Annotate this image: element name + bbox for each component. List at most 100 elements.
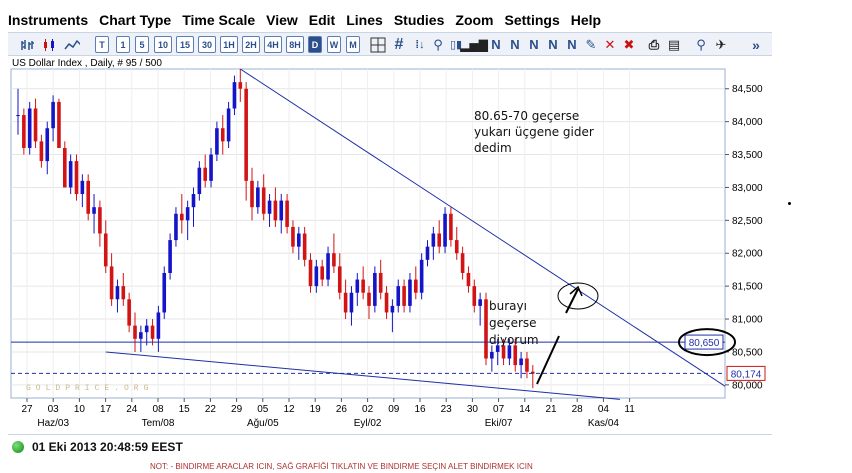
menu-help[interactable]: Help [571,12,601,28]
current-price-label: 80,174 [731,369,762,380]
candle-body [431,233,436,247]
candle-body [285,200,289,227]
candle-body [92,207,96,214]
volume-icon[interactable]: ▂▅▇ [460,36,488,53]
delete-all-icon[interactable]: ✖ [621,36,637,53]
y-tick-label: 82,500 [732,216,763,227]
candle-body [466,272,471,287]
candle-body [297,233,301,247]
timeframe-8h-button[interactable]: 8H [286,36,304,53]
horizontal-line-price-label: 80,650 [689,338,720,349]
grid-icon[interactable]: # [391,36,407,53]
candle-body [144,325,149,333]
menu-instruments[interactable]: Instruments [8,12,88,28]
menu-chart-type[interactable]: Chart Type [99,12,171,28]
note-text: NOT: - BINDIRME ARACLAR ICIN, SAĞ GRAFİĞ… [150,462,533,471]
x-tick-label: 15 [179,404,191,415]
pin-icon[interactable]: ✈ [713,36,729,53]
gann-tool-icon[interactable]: Ν [564,36,580,53]
timeframe-d-button[interactable]: D [308,36,322,53]
crosshair-icon[interactable] [370,36,386,53]
candle-body [16,115,20,117]
menu-edit[interactable]: Edit [309,12,335,28]
candle-body [109,266,114,300]
candle-chart-icon[interactable] [42,36,58,53]
candle-body [63,147,67,188]
draw-line-icon[interactable]: ✎ [583,36,599,53]
chart-title: US Dollar Index , Daily, # 95 / 500 [12,58,162,69]
x-tick-label: 14 [519,404,531,415]
candle-body [45,128,50,162]
candle-body [68,161,73,188]
y-tick-label: 84,000 [732,117,763,128]
candle-body [337,266,342,293]
timeframe-1h-button[interactable]: 1H [220,36,238,53]
draw-tool-1-icon[interactable]: ⁞↓ [412,36,428,53]
candle-body [314,266,319,287]
menu-studies[interactable]: Studies [394,12,445,28]
pitchfork-tool-icon[interactable]: Ν [545,36,561,53]
candle-body [449,213,453,241]
month-label: Eki/07 [485,418,513,429]
menu-settings[interactable]: Settings [505,12,560,28]
candle-chart-icon-glyph [44,38,54,51]
timeframe-m-button[interactable]: M [346,36,360,53]
candle-body [238,82,243,89]
more-icon[interactable]: » [748,36,764,53]
candlestick-chart[interactable]: US Dollar Index , Daily, # 95 / 500 84,5… [8,56,772,434]
candle-body [402,286,406,306]
bar-chart-icon[interactable] [20,36,36,53]
candle-body [209,154,213,181]
timeframe-t-button[interactable]: T [95,36,109,53]
menu-zoom[interactable]: Zoom [455,12,493,28]
candle-body [22,115,26,148]
timeframe-2h-button[interactable]: 2H [242,36,260,53]
x-tick-label: 29 [231,404,243,415]
menu-time-scale[interactable]: Time Scale [182,12,255,28]
timeframe-5-button[interactable]: 5 [135,36,149,53]
y-tick-label: 81,500 [732,282,763,293]
trend-tool-icon[interactable]: Ν [507,36,523,53]
x-tick-label: 10 [74,404,86,415]
timeframe-4h-button[interactable]: 4H [264,36,282,53]
x-tick-label: 07 [493,404,505,415]
draw-tool-2-icon[interactable]: ⚲ [430,36,446,53]
candle-body [121,286,126,300]
zoom-icon[interactable]: ⚲ [693,36,709,53]
delete-icon[interactable]: ✕ [602,36,618,53]
candle-body [133,325,137,339]
chart-panel[interactable]: US Dollar Index , Daily, # 95 / 500 84,5… [8,56,772,434]
fibonacci-icon[interactable]: Ν [488,36,504,53]
timeframe-30-button[interactable]: 30 [198,36,216,53]
candle-body [156,312,161,339]
menu-view[interactable]: View [266,12,298,28]
toolbar: T 1 5 10 15 30 1H 2H 4H 8H D W M # ⁞↓ ⚲ … [8,32,772,56]
x-tick-label: 12 [283,404,295,415]
candle-body [215,128,219,155]
candle-body [525,358,529,372]
menu-bar: Instruments Chart Type Time Scale View E… [8,9,772,31]
candle-body [355,279,360,293]
print-icon[interactable]: ⎙ [646,36,662,53]
candle-body [80,180,85,195]
timeframe-w-button[interactable]: W [327,36,341,53]
menu-lines[interactable]: Lines [346,12,383,28]
timeframe-10-button[interactable]: 10 [154,36,172,53]
candle-body [33,108,38,142]
candle-body [343,292,348,313]
timeframe-15-button[interactable]: 15 [176,36,194,53]
x-tick-label: 05 [257,404,269,415]
timeframe-1-button[interactable]: 1 [116,36,130,53]
candle-body [51,101,55,129]
channel-tool-icon[interactable]: Ν [526,36,542,53]
candle-body [361,279,365,293]
page-icon[interactable]: ▤ [666,36,682,53]
candle-body [454,240,459,254]
annotation-2-line: diyorum [489,333,539,347]
candle-body [57,101,61,148]
candle-body [74,161,79,195]
candle-body [437,233,441,247]
x-tick-label: 11 [624,404,635,415]
line-chart-icon[interactable] [64,36,80,53]
y-tick-label: 81,000 [732,315,763,326]
